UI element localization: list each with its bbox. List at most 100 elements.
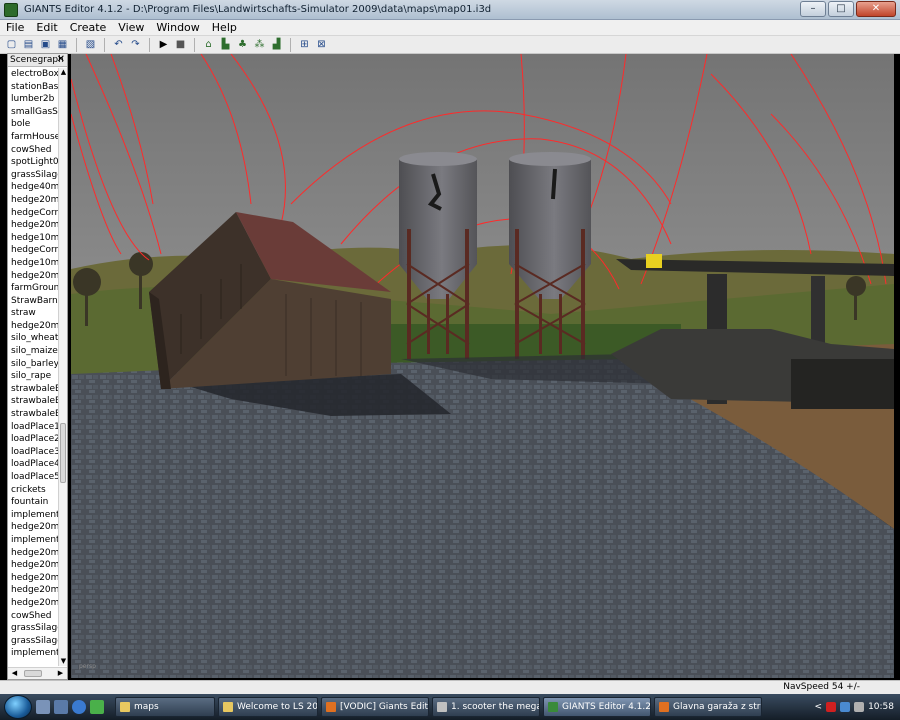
- grass-icon[interactable]: ⁂: [252, 37, 267, 52]
- scenegraph-node[interactable]: smallGasSta: [8, 106, 59, 119]
- minimize-button[interactable]: –: [800, 1, 826, 17]
- scroll-left-icon[interactable]: ◀: [10, 669, 19, 678]
- clock[interactable]: 10:58: [868, 702, 894, 712]
- scenegraph-node[interactable]: hedgeCorne: [8, 207, 59, 220]
- volume-icon[interactable]: [854, 702, 865, 712]
- scenegraph-node[interactable]: lumber2b: [8, 93, 59, 106]
- taskbar-item[interactable]: Glavna garaža z stra...: [654, 697, 762, 717]
- scenegraph-node[interactable]: silo_wheat: [8, 332, 59, 345]
- scenegraph-node[interactable]: implement5: [8, 509, 59, 522]
- scenegraph-hscroll-thumb[interactable]: [24, 670, 42, 677]
- scenegraph-node[interactable]: implement5: [8, 647, 59, 660]
- scenegraph-node[interactable]: farmGround: [8, 282, 59, 295]
- paint-tool-icon[interactable]: ⊠: [314, 37, 329, 52]
- scroll-up-icon[interactable]: ▲: [59, 68, 67, 77]
- scenegraph-node[interactable]: grassSilageC: [8, 622, 59, 635]
- menu-create[interactable]: Create: [64, 21, 113, 34]
- scenegraph-node[interactable]: implement5: [8, 534, 59, 547]
- scenegraph-node[interactable]: farmHouseC: [8, 131, 59, 144]
- scenegraph-node[interactable]: stationBase: [8, 81, 59, 94]
- scroll-down-icon[interactable]: ▼: [59, 657, 67, 666]
- stop-icon[interactable]: ■: [173, 37, 188, 52]
- redo-icon[interactable]: ↷: [128, 37, 143, 52]
- taskbar-item[interactable]: maps: [115, 697, 215, 717]
- show-desktop-icon[interactable]: [36, 700, 50, 714]
- open-file-icon[interactable]: ▤: [21, 37, 36, 52]
- scenegraph-node[interactable]: hedge40m: [8, 181, 59, 194]
- 3d-viewport[interactable]: persp: [71, 54, 894, 678]
- scenegraph-node[interactable]: bole: [8, 118, 59, 131]
- scenegraph-node[interactable]: fountain: [8, 496, 59, 509]
- scenegraph-node[interactable]: strawbaleBa: [8, 408, 59, 421]
- scenegraph-node[interactable]: electroBox: [8, 68, 59, 81]
- taskbar-item[interactable]: 1. scooter the mega...: [432, 697, 540, 717]
- scenegraph-node[interactable]: grassSilageC: [8, 635, 59, 648]
- menu-help[interactable]: Help: [206, 21, 243, 34]
- import-icon[interactable]: ▧: [83, 37, 98, 52]
- scenegraph-node[interactable]: loadPlace3: [8, 446, 59, 459]
- scenegraph-node[interactable]: straw: [8, 307, 59, 320]
- scenegraph-node[interactable]: hedge20m: [8, 270, 59, 283]
- save-icon[interactable]: ▣: [38, 37, 53, 52]
- title-bar[interactable]: GIANTS Editor 4.1.2 - D:\Program Files\L…: [0, 0, 900, 20]
- house-icon[interactable]: ⌂: [201, 37, 216, 52]
- scenegraph-vertical-scrollbar[interactable]: ▲ ▼: [58, 68, 67, 666]
- scenegraph-scroll-thumb[interactable]: [60, 423, 66, 483]
- scroll-right-icon[interactable]: ▶: [56, 669, 65, 678]
- scenegraph-node[interactable]: silo_maize: [8, 345, 59, 358]
- plant-icon[interactable]: ♣: [235, 37, 250, 52]
- undo-icon[interactable]: ↶: [111, 37, 126, 52]
- taskbar-item[interactable]: Welcome to LS 2010: [218, 697, 318, 717]
- scenegraph-node[interactable]: StrawBarnA: [8, 295, 59, 308]
- factory-icon[interactable]: ▙: [218, 37, 233, 52]
- scenegraph-node[interactable]: loadPlace1: [8, 421, 59, 434]
- scenegraph-node[interactable]: loadPlace2: [8, 433, 59, 446]
- menu-window[interactable]: Window: [150, 21, 205, 34]
- menu-edit[interactable]: Edit: [30, 21, 63, 34]
- scenegraph-node[interactable]: hedge20m: [8, 521, 59, 534]
- terrain-icon[interactable]: ▟: [269, 37, 284, 52]
- scenegraph-node[interactable]: hedge20m: [8, 572, 59, 585]
- switch-windows-icon[interactable]: [54, 700, 68, 714]
- scenegraph-node[interactable]: hedge20m: [8, 194, 59, 207]
- scenegraph-node[interactable]: hedge10m: [8, 232, 59, 245]
- scenegraph-node[interactable]: cowShed: [8, 610, 59, 623]
- select-tool-icon[interactable]: ⊞: [297, 37, 312, 52]
- maximize-button[interactable]: □: [828, 1, 854, 17]
- scenegraph-node[interactable]: hedge20m: [8, 559, 59, 572]
- network-icon[interactable]: [840, 702, 851, 712]
- scenegraph-node[interactable]: spotLight01: [8, 156, 59, 169]
- scenegraph-node[interactable]: hedge20m: [8, 547, 59, 560]
- messenger-icon[interactable]: [90, 700, 104, 714]
- scenegraph-node[interactable]: strawbaleBa: [8, 383, 59, 396]
- scenegraph-node[interactable]: crickets: [8, 484, 59, 497]
- scenegraph-node[interactable]: cowShed: [8, 144, 59, 157]
- scenegraph-horizontal-scrollbar[interactable]: ◀ ▶: [8, 667, 67, 679]
- close-button[interactable]: ✕: [856, 1, 896, 17]
- save-as-icon[interactable]: ▦: [55, 37, 70, 52]
- taskbar-item[interactable]: GIANTS Editor 4.1.2...: [543, 697, 651, 717]
- new-file-icon[interactable]: ▢: [4, 37, 19, 52]
- scenegraph-node[interactable]: hedge10m: [8, 257, 59, 270]
- tray-expand-button[interactable]: <: [815, 702, 823, 712]
- menu-file[interactable]: File: [0, 21, 30, 34]
- start-button[interactable]: [4, 695, 32, 719]
- scenegraph-node[interactable]: silo_barley: [8, 358, 59, 371]
- scenegraph-node[interactable]: loadPlace5: [8, 471, 59, 484]
- scenegraph-node[interactable]: hedge20m: [8, 584, 59, 597]
- menu-view[interactable]: View: [112, 21, 150, 34]
- scenegraph-node[interactable]: strawbaleBa: [8, 395, 59, 408]
- play-icon[interactable]: ▶: [156, 37, 171, 52]
- antivirus-icon[interactable]: [826, 702, 837, 712]
- scenegraph-node[interactable]: loadPlace4: [8, 458, 59, 471]
- internet-explorer-icon[interactable]: [72, 700, 86, 714]
- scenegraph-close-button[interactable]: ✕: [57, 54, 65, 66]
- taskbar-item[interactable]: [VODIC] Giants Edit...: [321, 697, 429, 717]
- scenegraph-node[interactable]: hedge20m: [8, 219, 59, 232]
- scenegraph-node[interactable]: grassSilageC: [8, 169, 59, 182]
- scenegraph-node[interactable]: silo_rape: [8, 370, 59, 383]
- scenegraph-node[interactable]: hedgeCorne: [8, 244, 59, 257]
- scenegraph-node[interactable]: hedge20m: [8, 597, 59, 610]
- scenegraph-tree[interactable]: electroBoxstationBaselumber2bsmallGasSta…: [8, 68, 59, 666]
- scenegraph-node[interactable]: hedge20m: [8, 320, 59, 333]
